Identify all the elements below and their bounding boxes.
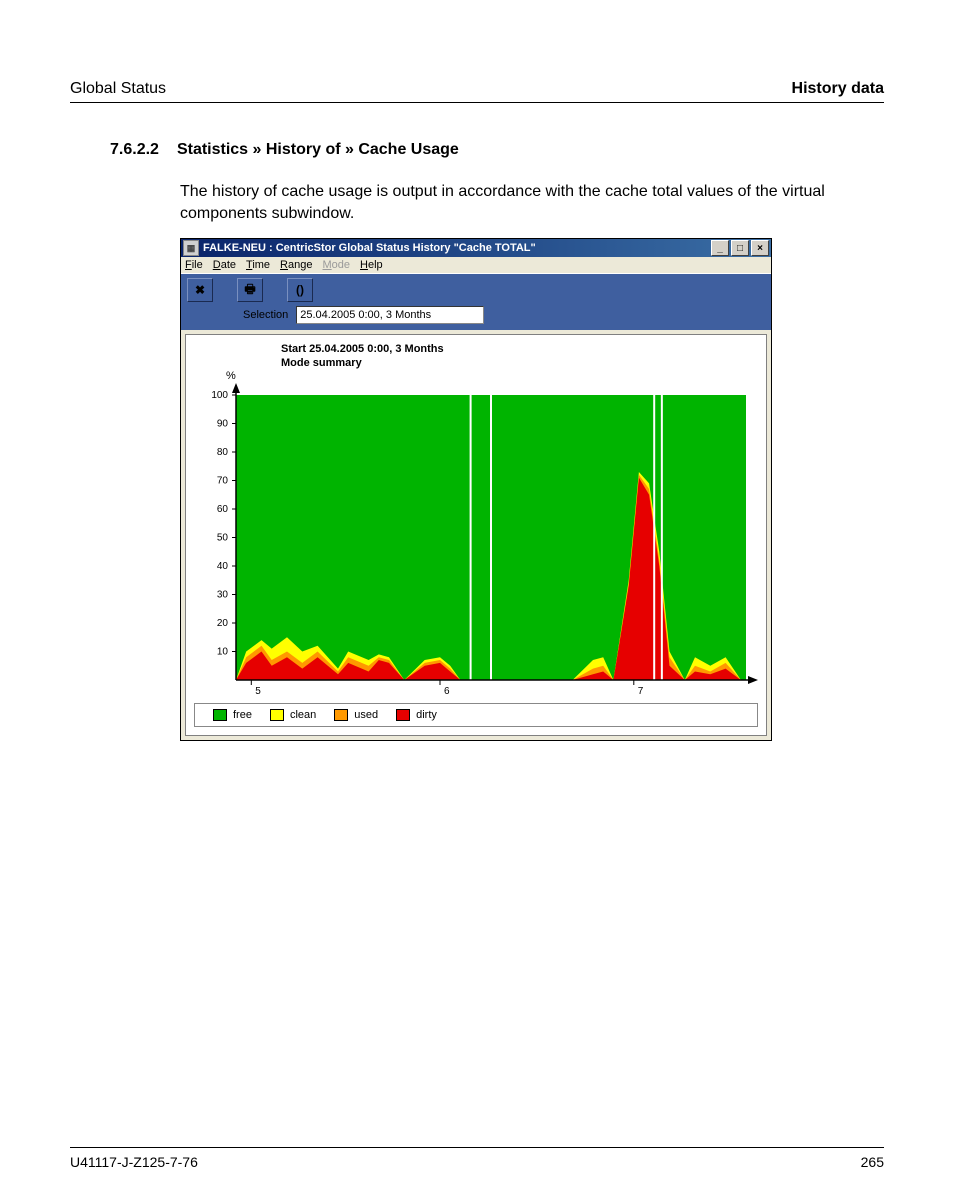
app-icon: ▦ [183, 240, 199, 256]
page-header: Global Status History data [70, 80, 884, 103]
section-title: Statistics » History of » Cache Usage [177, 141, 459, 159]
legend-free: free [213, 709, 252, 721]
selection-input[interactable] [296, 306, 484, 324]
close-button[interactable]: × [751, 240, 769, 256]
selection-row: Selection [181, 304, 771, 330]
chart-legend: free clean used dirty [194, 703, 758, 727]
menu-help[interactable]: Help [360, 259, 383, 271]
svg-text:10: 10 [217, 647, 229, 658]
print-button[interactable]: 🖶 [237, 278, 263, 302]
page-footer: U41117-J-Z125-7-76 265 [70, 1147, 884, 1170]
menu-range[interactable]: Range [280, 259, 312, 271]
toolbar: ✖ 🖶 () [181, 273, 771, 304]
selection-label: Selection [243, 309, 288, 321]
svg-text:80: 80 [217, 447, 229, 458]
cancel-button[interactable]: ✖ [187, 278, 213, 302]
chart-start-label: Start 25.04.2005 0:00, 3 Months [281, 343, 444, 355]
footer-right: 265 [861, 1154, 884, 1170]
svg-text:70: 70 [217, 476, 229, 487]
chart-mode-label: Mode summary [281, 357, 444, 369]
svg-text:6: 6 [444, 686, 450, 697]
svg-text:60: 60 [217, 504, 229, 515]
svg-text:50: 50 [217, 533, 229, 544]
section-heading: 7.6.2.2 Statistics » History of » Cache … [110, 141, 884, 159]
menu-file[interactable]: File [185, 259, 203, 271]
legend-clean: clean [270, 709, 316, 721]
svg-text:30: 30 [217, 590, 229, 601]
menu-date[interactable]: Date [213, 259, 236, 271]
chart-info: Start 25.04.2005 0:00, 3 Months Mode sum… [281, 343, 444, 371]
menubar: File Date Time Range Mode Help [181, 257, 771, 273]
header-left: Global Status [70, 80, 166, 98]
intro-paragraph: The history of cache usage is output in … [180, 181, 884, 224]
svg-text:100: 100 [211, 390, 228, 401]
menu-mode: Mode [322, 259, 350, 271]
svg-text:20: 20 [217, 618, 229, 629]
chart-panel: Start 25.04.2005 0:00, 3 Months Mode sum… [185, 334, 767, 736]
minimize-button[interactable]: _ [711, 240, 729, 256]
svg-text:%: % [226, 370, 236, 382]
titlebar: ▦ FALKE-NEU : CentricStor Global Status … [181, 239, 771, 257]
window-title: FALKE-NEU : CentricStor Global Status Hi… [203, 242, 709, 254]
svg-text:40: 40 [217, 561, 229, 572]
svg-text:90: 90 [217, 419, 229, 430]
header-right: History data [792, 80, 884, 98]
legend-dirty: dirty [396, 709, 437, 721]
svg-text:7: 7 [638, 686, 644, 697]
svg-text:5: 5 [255, 686, 261, 697]
section-number: 7.6.2.2 [110, 141, 159, 159]
refresh-button[interactable]: () [287, 278, 313, 302]
legend-used: used [334, 709, 378, 721]
app-window: ▦ FALKE-NEU : CentricStor Global Status … [180, 238, 772, 741]
maximize-button[interactable]: □ [731, 240, 749, 256]
cache-history-chart: 10 20 30 40 50 60 70 80 90 100% 5 6 7 [186, 335, 766, 735]
menu-time[interactable]: Time [246, 259, 270, 271]
footer-left: U41117-J-Z125-7-76 [70, 1154, 198, 1170]
